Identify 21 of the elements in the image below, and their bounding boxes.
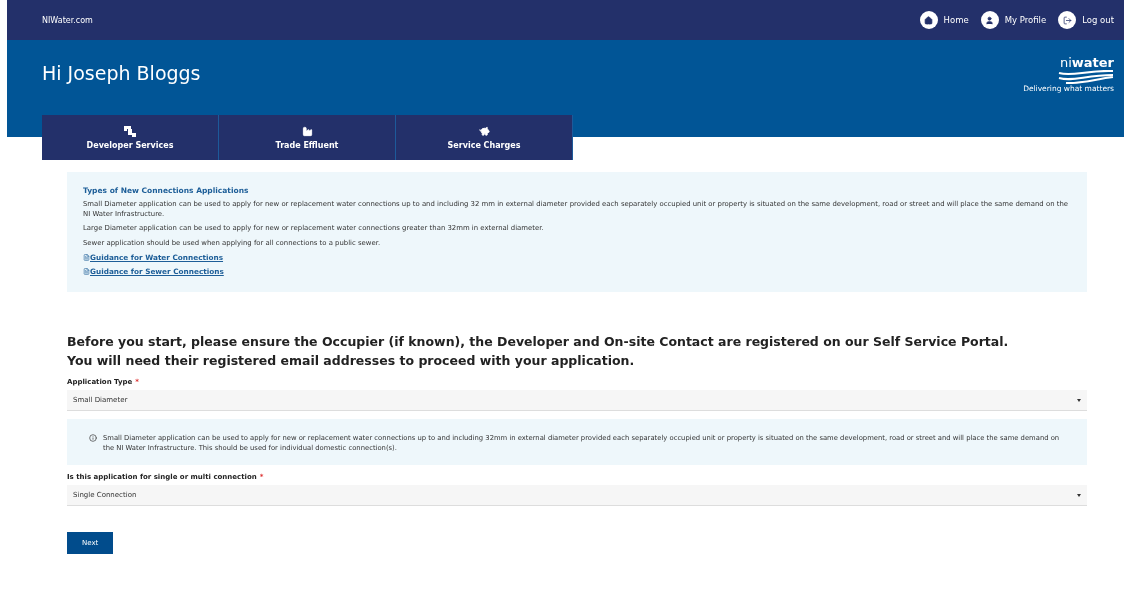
notice-heading: Before you start, please ensure the Occupier (if known), the Developer and On-site Contact are registered on our Self Service Portal. [67,333,1010,351]
waves-icon [1058,70,1114,84]
user-icon [980,11,999,29]
site-name: NIWater.com [42,15,93,25]
nav-tab[interactable]: Service Charges [396,115,573,160]
factory-icon [301,125,313,137]
nav-tab[interactable]: Trade Effluent [219,115,396,160]
info-icon [89,434,97,442]
home-icon [919,11,938,29]
nav-link[interactable]: Log out [1058,11,1114,29]
document-icon [83,268,90,275]
logo-wordmark: niwater [1059,56,1114,70]
logout-icon [1058,11,1077,29]
nav-link[interactable]: My Profile [980,11,1047,29]
notice-heading: You will need their registered email addresses to proceed with your application. [67,352,636,370]
nav-tab[interactable]: Developer Services [42,115,219,160]
document-icon [83,254,90,261]
pipe-icon [124,125,136,137]
greeting: Hi Joseph Bloggs [42,62,201,86]
piggy-bank-icon [478,125,490,137]
nav-link[interactable]: Home [919,11,969,29]
